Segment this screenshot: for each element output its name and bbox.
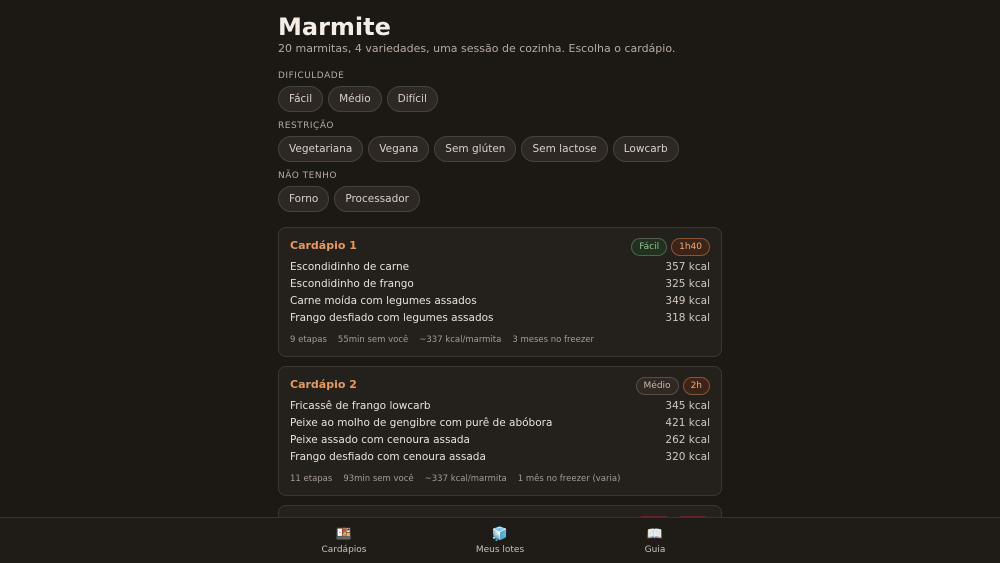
meal-row: Carne moída com legumes assados 349 kcal — [290, 295, 710, 312]
chip-forno[interactable]: Forno — [278, 186, 330, 212]
steps-count: 9 etapas — [290, 335, 327, 345]
menu-card-title: Cardápio 2 — [290, 378, 357, 391]
nav-label: Cardápios — [321, 545, 367, 555]
meal-row: Escondidinho de frango 325 kcal — [290, 278, 710, 295]
chip-vegetariana[interactable]: Vegetariana — [278, 136, 364, 162]
chip-sem-gluten[interactable]: Sem glúten — [434, 136, 517, 162]
meal-row: Fricassê de frango lowcarb 345 kcal — [290, 400, 710, 417]
freezer-life: 3 meses no freezer — [512, 335, 595, 345]
difficulty-badge: Fácil — [631, 238, 668, 256]
steps-count: 11 etapas — [290, 474, 333, 484]
meal-name: Carne moída com legumes assados — [290, 295, 477, 307]
menu-card-badges: Fácil 1h40 — [631, 238, 710, 256]
nav-guia[interactable]: 📖 Guia — [595, 526, 715, 555]
menu-card-meta: 9 etapas 55min sem você ~337 kcal/marmit… — [290, 335, 594, 345]
avg-kcal: ~337 kcal/marmita — [419, 335, 502, 345]
unattended-time: 93min sem você — [343, 474, 414, 484]
nav-meus-lotes[interactable]: 🧊 Meus lotes — [440, 526, 560, 555]
meal-list: Escondidinho de carne 357 kcal Escondidi… — [290, 261, 710, 329]
meal-kcal: 318 kcal — [665, 312, 710, 324]
meal-kcal: 320 kcal — [665, 451, 710, 463]
restriction-filter: Vegetariana Vegana Sem glúten Sem lactos… — [278, 136, 679, 162]
meal-list: Fricassê de frango lowcarb 345 kcal Peix… — [290, 400, 710, 468]
meal-kcal: 262 kcal — [665, 434, 710, 446]
difficulty-filter: Fácil Médio Difícil — [278, 86, 438, 112]
difficulty-label: DIFICULDADE — [278, 71, 345, 81]
meal-kcal: 421 kcal — [665, 417, 710, 429]
chip-dificil[interactable]: Difícil — [386, 86, 438, 112]
meal-row: Peixe assado com cenoura assada 262 kcal — [290, 434, 710, 451]
meal-row: Peixe ao molho de gengibre com purê de a… — [290, 417, 710, 434]
meal-row: Frango desfiado com legumes assados 318 … — [290, 312, 710, 329]
menu-card-meta: 11 etapas 93min sem você ~337 kcal/marmi… — [290, 474, 620, 484]
missing-equipment-filter: Forno Processador — [278, 186, 420, 212]
menu-card-1[interactable]: Cardápio 1 Fácil 1h40 Escondidinho de ca… — [278, 227, 722, 357]
page-subtitle: 20 marmitas, 4 variedades, uma sessão de… — [278, 42, 676, 55]
page-title: Marmite — [278, 13, 391, 41]
avg-kcal: ~337 kcal/marmita — [424, 474, 507, 484]
chip-vegana[interactable]: Vegana — [368, 136, 430, 162]
meal-row: Escondidinho de carne 357 kcal — [290, 261, 710, 278]
missing-equipment-label: NÃO TENHO — [278, 171, 337, 181]
chip-medio[interactable]: Médio — [328, 86, 382, 112]
meal-name: Frango desfiado com legumes assados — [290, 312, 494, 324]
meal-kcal: 349 kcal — [665, 295, 710, 307]
meal-name: Peixe assado com cenoura assada — [290, 434, 470, 446]
freezer-life: 1 mês no freezer (varia) — [517, 474, 621, 484]
nav-label: Guia — [644, 545, 666, 555]
meal-name: Escondidinho de frango — [290, 278, 414, 290]
meal-kcal: 357 kcal — [665, 261, 710, 273]
time-badge: 2h — [682, 377, 710, 395]
menu-card-2[interactable]: Cardápio 2 Médio 2h Fricassê de frango l… — [278, 366, 722, 496]
meal-row: Frango desfiado com cenoura assada 320 k… — [290, 451, 710, 468]
meal-kcal: 325 kcal — [665, 278, 710, 290]
open-book-icon: 📖 — [646, 527, 664, 542]
difficulty-badge: Médio — [635, 377, 679, 395]
meal-name: Frango desfiado com cenoura assada — [290, 451, 486, 463]
meal-name: Fricassê de frango lowcarb — [290, 400, 431, 412]
menu-board-icon: 🍱 — [335, 527, 353, 542]
nav-cardapios[interactable]: 🍱 Cardápios — [284, 526, 404, 555]
menu-card-title: Cardápio 1 — [290, 239, 357, 252]
chip-lowcarb[interactable]: Lowcarb — [612, 136, 679, 162]
unattended-time: 55min sem você — [337, 335, 409, 345]
chip-sem-lactose[interactable]: Sem lactose — [521, 136, 608, 162]
chip-facil[interactable]: Fácil — [278, 86, 324, 112]
time-badge: 1h40 — [671, 238, 710, 256]
chip-processador[interactable]: Processador — [334, 186, 420, 212]
restriction-label: RESTRIÇÃO — [278, 121, 334, 131]
ice-cube-icon: 🧊 — [491, 527, 509, 542]
nav-label: Meus lotes — [475, 545, 525, 555]
meal-name: Peixe ao molho de gengibre com purê de a… — [290, 417, 553, 429]
meal-name: Escondidinho de carne — [290, 261, 410, 273]
meal-kcal: 345 kcal — [665, 400, 710, 412]
bottom-nav: 🍱 Cardápios 🧊 Meus lotes 📖 Guia — [0, 517, 1000, 563]
menu-card-badges: Médio 2h — [635, 377, 710, 395]
